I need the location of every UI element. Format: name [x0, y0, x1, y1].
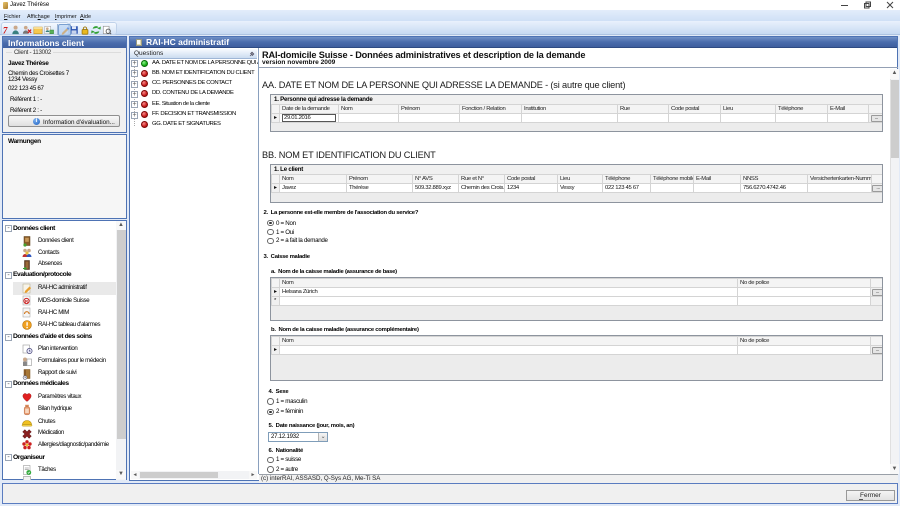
svg-text:7: 7: [3, 25, 8, 35]
